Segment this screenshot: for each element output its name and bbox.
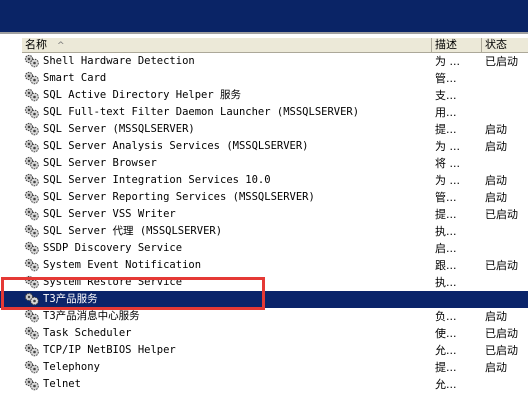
service-row[interactable]: System Restore Service 执...	[0, 274, 528, 291]
service-description: 管...	[435, 72, 457, 85]
service-status: 启动	[485, 191, 507, 204]
service-gear-icon	[24, 54, 40, 68]
services-list-panel: 名称 ^ 描述 状态 Shell Hardware Detection 为 ... 已…	[0, 32, 528, 391]
service-description: 用...	[435, 106, 457, 119]
service-description: 提...	[435, 361, 457, 374]
service-gear-icon	[24, 71, 40, 85]
service-description: 提...	[435, 123, 457, 136]
service-name: SQL Server Browser	[43, 157, 157, 169]
service-description: 执...	[435, 225, 457, 238]
service-gear-icon	[24, 122, 40, 136]
sort-ascending-icon: ^	[57, 41, 65, 51]
service-name: Shell Hardware Detection	[43, 55, 195, 67]
service-row[interactable]: SQL Server Integration Services 10.0 为 ..…	[0, 172, 528, 189]
service-gear-icon	[24, 343, 40, 357]
column-header-row: 名称 ^ 描述 状态	[22, 38, 528, 53]
service-row[interactable]: SQL Server 代理 (MSSQLSERVER) 执...	[0, 223, 528, 240]
service-gear-icon	[24, 207, 40, 221]
column-header-name[interactable]: 名称 ^	[22, 38, 432, 52]
service-gear-icon	[24, 105, 40, 119]
service-status: 已启动	[485, 55, 518, 68]
service-name: TCP/IP NetBIOS Helper	[43, 344, 176, 356]
service-gear-icon	[24, 258, 40, 272]
service-row[interactable]: Shell Hardware Detection 为 ... 已启动	[0, 53, 528, 70]
service-gear-icon	[24, 173, 40, 187]
service-description: 执...	[435, 276, 457, 289]
service-row[interactable]: SQL Server Analysis Services (MSSQLSERVE…	[0, 138, 528, 155]
service-gear-icon	[24, 224, 40, 238]
service-description: 为 ...	[435, 140, 460, 153]
service-gear-icon	[24, 88, 40, 102]
service-row[interactable]: Smart Card 管...	[0, 70, 528, 87]
service-gear-icon	[24, 156, 40, 170]
services-list: Shell Hardware Detection 为 ... 已启动 Smart Ca…	[0, 53, 528, 393]
service-name: SQL Server Reporting Services (MSSQLSERV…	[43, 191, 315, 203]
service-name: Task Scheduler	[43, 327, 132, 339]
service-name: SQL Active Directory Helper 服务	[43, 89, 242, 101]
service-description: 支...	[435, 89, 457, 102]
service-description: 提...	[435, 208, 457, 221]
service-name: System Event Notification	[43, 259, 202, 271]
service-status: 启动	[485, 310, 507, 323]
service-description: 为 ...	[435, 174, 460, 187]
service-row[interactable]: Task Scheduler 使... 已启动	[0, 325, 528, 342]
service-row[interactable]: SSDP Discovery Service 启...	[0, 240, 528, 257]
service-description: 为 ...	[435, 55, 460, 68]
service-gear-icon	[24, 190, 40, 204]
service-gear-icon	[24, 360, 40, 374]
service-status: 已启动	[485, 344, 518, 357]
service-description: 允...	[435, 344, 457, 357]
service-name: T3产品服务	[43, 293, 98, 305]
service-gear-icon	[24, 275, 40, 289]
service-gear-icon	[24, 326, 40, 340]
service-name: Telephony	[43, 361, 100, 373]
service-description: 使...	[435, 327, 457, 340]
service-name: SSDP Discovery Service	[43, 242, 183, 254]
service-description: 管...	[435, 191, 457, 204]
service-status: 启动	[485, 174, 507, 187]
service-status: 已启动	[485, 208, 518, 221]
service-row[interactable]: T3产品消息中心服务 负... 启动	[0, 308, 528, 325]
service-name: SQL Server (MSSQLSERVER)	[43, 123, 195, 135]
service-name: SQL Server Integration Services 10.0	[43, 174, 271, 186]
service-name: Telnet	[43, 378, 81, 390]
service-row[interactable]: T3产品服务	[0, 291, 528, 308]
service-name: SQL Server VSS Writer	[43, 208, 176, 220]
service-row[interactable]: SQL Server (MSSQLSERVER) 提... 启动	[0, 121, 528, 138]
service-row[interactable]: Telephony 提... 启动	[0, 359, 528, 376]
service-description: 负...	[435, 310, 457, 323]
service-row[interactable]: SQL Server Reporting Services (MSSQLSERV…	[0, 189, 528, 206]
service-row[interactable]: System Event Notification 跟... 已启动	[0, 257, 528, 274]
column-header-name-label: 名称	[25, 38, 47, 51]
service-status: 启动	[485, 140, 507, 153]
service-status: 已启动	[485, 327, 518, 340]
service-row[interactable]: SQL Full-text Filter Daemon Launcher (MS…	[0, 104, 528, 121]
service-gear-icon	[24, 241, 40, 255]
service-name: SQL Full-text Filter Daemon Launcher (MS…	[43, 106, 360, 118]
service-name: Smart Card	[43, 72, 107, 84]
service-name: T3产品消息中心服务	[43, 310, 140, 322]
service-gear-icon	[24, 309, 40, 323]
service-row[interactable]: SQL Active Directory Helper 服务 支...	[0, 87, 528, 104]
service-name: SQL Server 代理 (MSSQLSERVER)	[43, 225, 223, 237]
service-gear-icon	[24, 292, 40, 306]
service-description: 启...	[435, 242, 457, 255]
service-row[interactable]: SQL Server Browser 将 ...	[0, 155, 528, 172]
service-gear-icon	[24, 139, 40, 153]
window-title-bar	[0, 0, 528, 32]
service-status: 启动	[485, 361, 507, 374]
service-name: System Restore Service	[43, 276, 183, 288]
service-name: SQL Server Analysis Services (MSSQLSERVE…	[43, 140, 309, 152]
service-row[interactable]: TCP/IP NetBIOS Helper 允... 已启动	[0, 342, 528, 359]
service-row[interactable]: SQL Server VSS Writer 提... 已启动	[0, 206, 528, 223]
service-description: 将 ...	[435, 157, 460, 170]
service-row[interactable]: Telnet 允...	[0, 376, 528, 393]
service-description: 允...	[435, 378, 457, 391]
service-status: 已启动	[485, 259, 518, 272]
service-description: 跟...	[435, 259, 457, 272]
column-header-description[interactable]: 描述	[432, 38, 482, 52]
service-status: 启动	[485, 123, 507, 136]
column-header-status[interactable]: 状态	[482, 38, 528, 52]
